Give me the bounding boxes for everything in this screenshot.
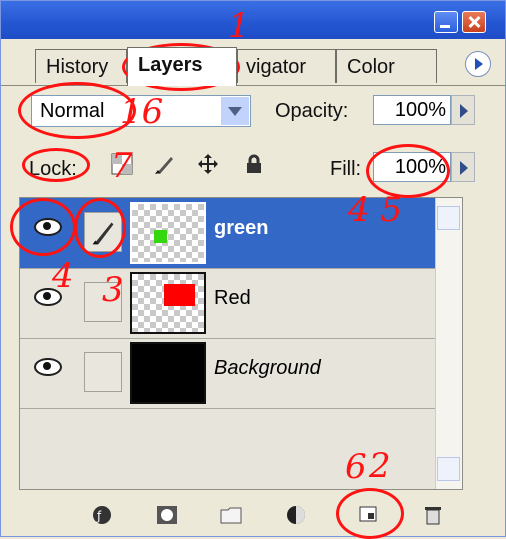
layer-link-box[interactable] [84, 352, 122, 392]
layer-row-red[interactable]: Red [20, 268, 462, 339]
layer-name: green [214, 217, 269, 239]
move-icon[interactable] [197, 153, 219, 175]
lock-icon[interactable] [243, 153, 265, 175]
adjustment-layer-icon[interactable] [286, 505, 308, 525]
layer-link-box[interactable] [84, 212, 122, 252]
layer-mask-icon[interactable] [156, 505, 178, 525]
panel-menu-icon[interactable] [465, 51, 491, 77]
tab-color[interactable]: Color [336, 49, 437, 83]
chevron-down-icon[interactable] [221, 97, 249, 125]
scroll-down-button[interactable] [437, 457, 460, 481]
layer-link-box[interactable] [84, 282, 122, 322]
fill-label: Fill: [330, 158, 362, 180]
lock-label: Lock: [29, 158, 77, 180]
layer-row-background[interactable]: Background [20, 338, 462, 409]
layers-list[interactable]: green Red Background [19, 197, 463, 490]
tab-history[interactable]: History [35, 49, 127, 83]
opacity-input[interactable]: 100% [373, 95, 451, 125]
layer-thumbnail [130, 202, 206, 264]
lock-transparency-icon[interactable] [111, 153, 133, 175]
minimize-button[interactable] [434, 11, 458, 33]
blend-mode-select[interactable]: Normal [31, 95, 251, 127]
eye-icon[interactable] [34, 218, 62, 236]
layer-styles-icon[interactable]: ƒ [92, 505, 114, 525]
layer-row-green[interactable]: green [20, 198, 462, 269]
layers-panel: History Layers vigator Color Normal Opac… [0, 0, 506, 537]
blend-mode-value: Normal [40, 100, 105, 122]
eye-icon[interactable] [34, 288, 62, 306]
layer-thumbnail [130, 272, 206, 334]
new-layer-icon[interactable] [358, 505, 380, 525]
window-titlebar[interactable] [1, 1, 505, 39]
brush-icon[interactable] [153, 153, 175, 175]
scroll-up-button[interactable] [437, 206, 460, 230]
tab-navigator[interactable]: vigator [237, 49, 336, 83]
scrollbar[interactable] [435, 198, 462, 489]
layer-thumbnail [130, 342, 206, 404]
tab-layers[interactable]: Layers [127, 47, 237, 86]
close-button[interactable] [462, 11, 486, 33]
opacity-arrow-icon[interactable] [451, 95, 475, 125]
trash-icon[interactable] [422, 505, 444, 525]
folder-icon[interactable] [220, 505, 242, 525]
fill-arrow-icon[interactable] [451, 152, 475, 182]
layer-name: Background [214, 357, 321, 379]
svg-text:ƒ: ƒ [96, 509, 102, 523]
opacity-label: Opacity: [275, 100, 349, 122]
eye-icon[interactable] [34, 358, 62, 376]
layer-name: Red [214, 287, 251, 309]
brush-icon [92, 222, 114, 245]
fill-input[interactable]: 100% [373, 152, 451, 182]
